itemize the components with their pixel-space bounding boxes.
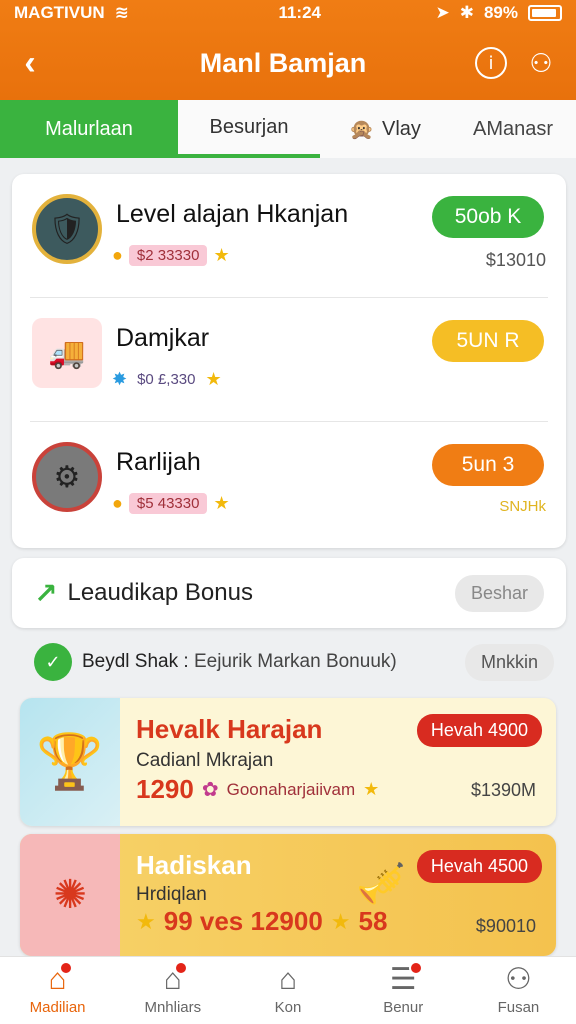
info-icon: ⅰ [475, 47, 507, 79]
coin-icon: ● [112, 244, 123, 265]
shield-badge-icon: 🛡 [32, 194, 102, 264]
level-name: Rarlijah [116, 448, 201, 476]
promo-value: 1290 [136, 774, 194, 804]
mascot-icon: 🙊 [349, 118, 374, 141]
tab-bar: Malurlaan Besurjan 🙊 Vlay AManasr [0, 100, 576, 158]
promo-card[interactable]: ✺ Hadiskan Hrdiqlan ★ 99 ves 12900 ★ 58 … [20, 834, 556, 956]
bluetooth-icon: ✱ [459, 3, 474, 22]
promo-subtitle: Hrdiqlan [136, 884, 207, 905]
shop-icon: ⌂ [164, 961, 188, 995]
promo-subtitle: Cadianl Mkrajan [136, 750, 274, 771]
level-list: 🛡 Level alajan Hkanjan ● $2 33330 ★ 50ob… [12, 174, 566, 548]
nav-item-benur[interactable]: ☰ Benur [346, 957, 461, 1024]
star-icon: ★ [330, 908, 351, 934]
subheader-label: Beydl Shak : [82, 651, 189, 672]
home-icon: ⌂ [49, 961, 73, 995]
nav-item-madilian[interactable]: ⌂ Madilian [0, 957, 115, 1024]
carrier-name: MAGTIVUN [14, 3, 105, 22]
notification-dot [58, 961, 73, 975]
level-price: SNJHk [499, 498, 546, 515]
promo-price: $1390M [470, 780, 536, 800]
nav-item-kon[interactable]: ⌂ Kon [230, 957, 345, 1024]
tab-amanasr[interactable]: AManasr [450, 100, 576, 158]
tab-malurlaan[interactable]: Malurlaan [0, 100, 178, 158]
level-row[interactable]: ⚙ Rarlijah ● $5 43330 ★ 5un 3 SNJHk [12, 422, 566, 546]
nav-item-fusan[interactable]: ⚇ Fusan [461, 957, 576, 1024]
check-icon: ✓ [34, 643, 72, 681]
level-action-button[interactable]: 5un 3 [432, 444, 544, 486]
star-icon: ★ [213, 492, 230, 513]
subheader-pill-button[interactable]: Mnkkin [464, 643, 554, 681]
list-icon: ☰ [390, 961, 423, 995]
bonus-subheader: ✓ Beydl Shak : Eejurik Markan Bonuuk) Mn… [34, 640, 554, 684]
nav-item-mnhliars[interactable]: ⌂ Mnhliars [115, 957, 230, 1024]
level-row[interactable]: 🚚 Damjkar ✸ $0 £,330 ★ 5UN R [12, 298, 566, 422]
house-icon: ⌂ [278, 963, 298, 996]
level-sub: $5 43330 [128, 492, 208, 514]
level-name: Damjkar [116, 324, 210, 352]
level-name: Level alajan Hkanjan [116, 200, 349, 228]
clock: 11:24 [278, 3, 321, 22]
promo-tag[interactable]: Hevah 4900 [416, 714, 542, 747]
promo-price: $90010 [475, 916, 536, 936]
level-sub: $2 33330 [128, 244, 208, 266]
level-action-button[interactable]: 50ob K [432, 196, 544, 238]
battery-icon [528, 5, 562, 21]
page-title: Manl Bamjan [199, 47, 367, 78]
nav-label: Fusan [497, 999, 540, 1016]
bonus-bar[interactable]: ↗ Leaudikap Bonus Beshar [12, 558, 566, 628]
wifi-icon: ≋ [114, 3, 129, 22]
gem-icon: ✸ [112, 368, 128, 389]
bonus-pill-button[interactable]: Beshar [454, 574, 544, 612]
promo-title: Hevalk Harajan [136, 714, 323, 744]
tab-vlay[interactable]: 🙊 Vlay [320, 100, 450, 158]
profile-icon: ⚇ [504, 963, 532, 996]
bonus-label: Leaudikap Bonus [67, 579, 253, 606]
profile-button[interactable]: ⚇ [516, 38, 566, 88]
notification-dot [408, 961, 423, 975]
notification-dot [173, 961, 188, 975]
trend-arrow-icon: ↗ [34, 577, 58, 609]
level-price: $13010 [485, 250, 546, 270]
status-bar: MAGTIVUN ≋ 11:24 ➤ ✱ 89% [0, 0, 576, 26]
star-icon: ★ [205, 368, 222, 389]
gear-badge-icon: ⚙ [32, 442, 102, 512]
flower-icon: ✿ [201, 779, 219, 801]
bottom-nav: ⌂ Madilian ⌂ Mnhliars ⌂ Kon ☰ Benur ⚇ Fu… [0, 956, 576, 1024]
user-icon: ⚇ [529, 47, 553, 78]
promo-card[interactable]: 🏆 Hevalk Harajan Cadianl Mkrajan 1290 ✿ … [20, 698, 556, 826]
star-icon: ★ [213, 244, 230, 265]
sale-seal-icon: ✺ [20, 834, 120, 956]
battery-percent: 89% [483, 3, 518, 22]
back-button[interactable]: ‹ [0, 33, 60, 93]
promo-title: Hadiskan [136, 850, 252, 880]
promo-tag[interactable]: Hevah 4500 [416, 850, 542, 883]
level-sub: $0 £,330 [137, 370, 196, 388]
promo-extra: Goonaharjaiivam [226, 779, 356, 799]
subheader-text: Eejurik Markan Bonuuk) [193, 651, 397, 672]
truck-badge-icon: 🚚 [32, 318, 102, 388]
level-row[interactable]: 🛡 Level alajan Hkanjan ● $2 33330 ★ 50ob… [12, 174, 566, 298]
nav-label: Benur [383, 999, 424, 1016]
horn-icon: 🎺 [356, 862, 406, 906]
tab-besurjan[interactable]: Besurjan [178, 100, 320, 158]
level-action-button[interactable]: 5UN R [432, 320, 544, 362]
promo-extra: 58 [358, 906, 388, 936]
star-icon: ★ [363, 779, 380, 799]
trophy-icon: 🏆 [20, 698, 120, 826]
info-button[interactable]: ⅰ [466, 38, 516, 88]
tab-label: Vlay [382, 117, 421, 140]
location-icon: ➤ [435, 3, 450, 22]
promo-value: 99 ves 12900 [163, 906, 323, 936]
app-header: MAGTIVUN ≋ 11:24 ➤ ✱ 89% ‹ Manl Bamjan ⅰ… [0, 0, 576, 100]
nav-label: Mnhliars [144, 999, 202, 1016]
star-icon: ★ [136, 908, 156, 934]
coin-icon: ● [112, 492, 123, 513]
nav-label: Madilian [29, 999, 86, 1016]
nav-label: Kon [274, 999, 302, 1016]
